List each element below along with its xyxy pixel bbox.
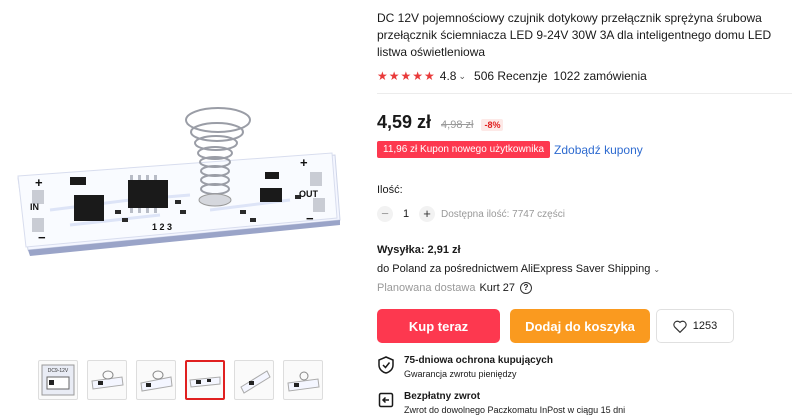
- shipping-cost: Wysyłka: 2,91 zł: [377, 244, 461, 256]
- new-user-coupon-badge[interactable]: 11,96 zł Kupon nowego użytkownika: [377, 141, 551, 158]
- rating-value[interactable]: 4.8: [440, 69, 457, 83]
- orders-count: 1022 zamówienia: [553, 69, 647, 83]
- discount-badge: -8%: [481, 119, 504, 131]
- get-coupons-link[interactable]: Zdobądź kupony: [554, 143, 643, 157]
- delivery-date: Kurt 27: [479, 282, 515, 294]
- free-return: Bezpłatny zwrot Zwrot do dowolnego Paczk…: [377, 391, 792, 415]
- thumbnail-6[interactable]: [283, 360, 323, 400]
- thumbnail-1[interactable]: DC9-12V: [38, 360, 78, 400]
- help-icon[interactable]: ?: [519, 282, 532, 294]
- current-price: 4,59 zł: [377, 112, 432, 132]
- board-plus-label: +: [35, 175, 43, 190]
- product-info-panel: DC 12V pojemnościowy czujnik dotykowy pr…: [377, 0, 792, 415]
- board-pins-label: 1 2 3: [152, 222, 172, 232]
- main-product-image[interactable]: + IN − + OUT − 1 2 3: [10, 60, 350, 330]
- thumbnail-4-selected[interactable]: [185, 360, 225, 400]
- wishlist-count: 1253: [692, 320, 718, 332]
- shield-check-icon: [378, 356, 394, 374]
- board-out-label: OUT: [299, 189, 319, 199]
- thumbnail-3[interactable]: [136, 360, 176, 400]
- shipping-method-text[interactable]: do Poland za pośrednictwem AliExpress Sa…: [377, 263, 650, 275]
- wishlist-button[interactable]: 1253: [656, 309, 734, 343]
- free-return-title: Bezpłatny zwrot: [404, 391, 481, 402]
- thumbnail-2[interactable]: [87, 360, 127, 400]
- heart-icon: [673, 320, 687, 333]
- chevron-down-icon[interactable]: ⌄: [653, 265, 660, 274]
- board-plus-label-out: +: [300, 155, 308, 170]
- thumbnail-1-label: DC9-12V: [48, 368, 69, 374]
- free-return-subtitle: Zwrot do dowolnego Paczkomatu InPost w c…: [404, 405, 626, 415]
- chevron-down-icon[interactable]: ⌄: [458, 71, 466, 82]
- quantity-value[interactable]: 1: [393, 208, 419, 220]
- board-in-label: IN: [30, 202, 39, 212]
- quantity-label: Ilość:: [377, 184, 403, 196]
- rating-stars-icon: ★★★★★: [377, 69, 436, 83]
- delivery-label: Planowana dostawa: [377, 282, 476, 294]
- buyer-protection: 75-dniowa ochrona kupujących Gwarancja z…: [377, 355, 792, 379]
- product-title: DC 12V pojemnościowy czujnik dotykowy pr…: [377, 11, 772, 59]
- thumbnail-5[interactable]: [234, 360, 274, 400]
- return-icon: [378, 392, 394, 408]
- shipping-method[interactable]: do Poland za pośrednictwem AliExpress Sa…: [377, 263, 792, 275]
- buyer-protection-title: 75-dniowa ochrona kupujących: [404, 355, 553, 366]
- thumbnail-strip: DC9-12V: [38, 360, 323, 400]
- board-minus-label: −: [38, 230, 46, 245]
- coupon-row: 11,96 zł Kupon nowego użytkownika Zdobąd…: [377, 141, 792, 158]
- decrease-quantity-button[interactable]: −: [377, 206, 393, 222]
- divider: [377, 93, 792, 94]
- rating-row: ★★★★★ 4.8 ⌄ 506 Recenzje 1022 zamówienia: [377, 69, 792, 83]
- buyer-protection-subtitle: Gwarancja zwrotu pieniędzy: [404, 369, 517, 379]
- reviews-link[interactable]: 506 Recenzje: [474, 69, 547, 83]
- add-to-cart-button[interactable]: Dodaj do koszyka: [510, 309, 650, 343]
- board-minus-label-out: −: [306, 211, 314, 226]
- available-quantity: Dostępna ilość: 7747 części: [441, 208, 565, 220]
- delivery-estimate: Planowana dostawa Kurt 27 ?: [377, 282, 792, 294]
- original-price: 4,98 zł: [441, 119, 474, 131]
- price-row: 4,59 zł 4,98 zł -8%: [377, 112, 792, 133]
- quantity-stepper: − 1 + Dostępna ilość: 7747 części: [377, 206, 792, 222]
- increase-quantity-button[interactable]: +: [419, 206, 435, 222]
- action-buttons: Kup teraz Dodaj do koszyka 1253: [377, 309, 792, 343]
- buy-now-button[interactable]: Kup teraz: [377, 309, 500, 343]
